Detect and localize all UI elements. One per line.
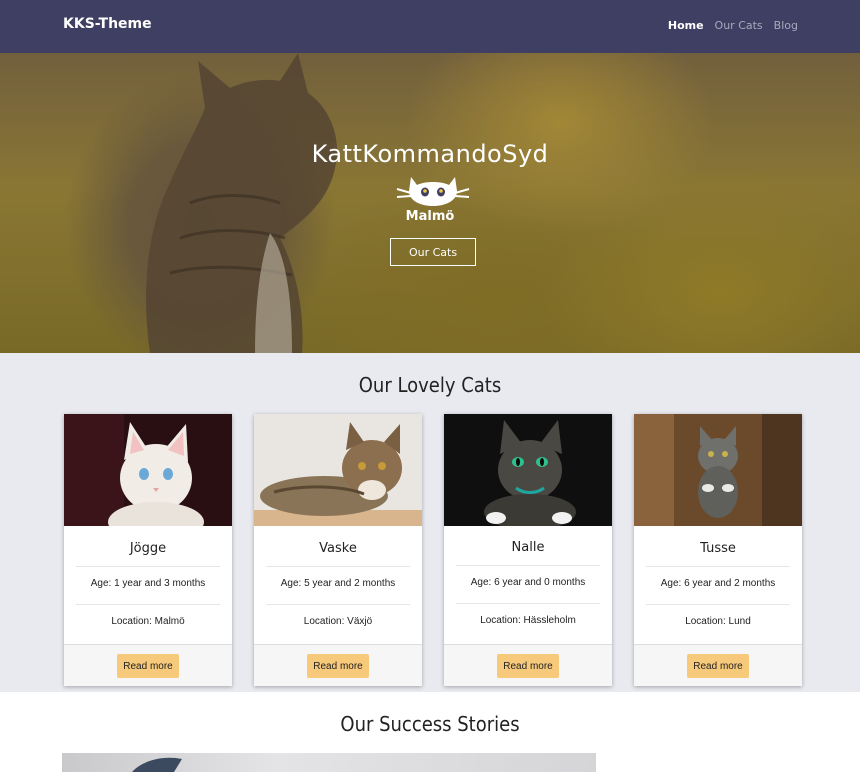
divider [646,566,790,567]
cat-photo [634,414,802,526]
cat-location: Location: Malmö [111,616,185,627]
our-cats-button[interactable]: Our Cats [390,238,476,266]
story-photo [62,753,596,772]
cat-location: Location: Växjö [303,616,373,627]
card-footer: Read more [634,644,802,686]
cat-card: Tusse Age: 6 year and 2 months Location:… [634,414,802,686]
cat-name: Tusse [700,541,736,556]
cat-age: Age: 6 year and 2 months [660,578,776,589]
cat-name: Vaske [319,541,357,556]
cat-photo [444,414,612,526]
cat-face-icon [396,177,470,206]
card-footer: Read more [444,644,612,686]
cat-card: Vaske Age: 5 year and 2 months Location:… [254,414,422,686]
cat-location: Location: Hässleholm [480,615,576,626]
cat-location: Location: Lund [685,616,751,627]
navbar: KKS-Theme Home Our Cats Blog [0,0,860,53]
hero-city: Malmö [405,209,455,224]
stories-section: Our Success Stories [0,692,860,772]
divider [266,566,410,567]
nav-link-our-cats[interactable]: Our Cats [715,19,763,32]
divider [266,604,410,605]
hero-title: KattKommandoSyd [311,140,549,168]
divider [456,603,600,604]
cat-photo [64,414,232,526]
cat-name: Jögge [129,541,167,556]
cats-section: Our Lovely Cats Jögge Age: 1 year and 3 … [0,353,860,692]
cat-photo [254,414,422,526]
card-footer: Read more [64,644,232,686]
hero-cat-image [146,53,337,353]
cat-age: Age: 6 year and 0 months [470,577,586,588]
divider [646,604,790,605]
card-footer: Read more [254,644,422,686]
cats-section-title: Our Lovely Cats [358,373,502,397]
cat-name: Nalle [511,540,545,555]
nav-link-home[interactable]: Home [668,19,704,32]
read-more-button[interactable]: Read more [307,654,369,678]
read-more-button[interactable]: Read more [687,654,749,678]
cat-age: Age: 5 year and 2 months [280,578,396,589]
nav-link-blog[interactable]: Blog [774,19,798,32]
hero-banner: KattKommandoSyd Malmö Our Cats [0,53,860,353]
cat-card: Nalle Age: 6 year and 0 months Location:… [444,414,612,686]
divider [76,604,220,605]
cat-age: Age: 1 year and 3 months [90,578,206,589]
brand-link[interactable]: KKS-Theme [63,16,152,32]
divider [456,565,600,566]
cat-card: Jögge Age: 1 year and 3 months Location:… [64,414,232,686]
read-more-button[interactable]: Read more [117,654,179,678]
nav-links: Home Our Cats Blog [668,19,798,32]
divider [76,566,220,567]
stories-section-title: Our Success Stories [340,712,520,736]
read-more-button[interactable]: Read more [497,654,559,678]
